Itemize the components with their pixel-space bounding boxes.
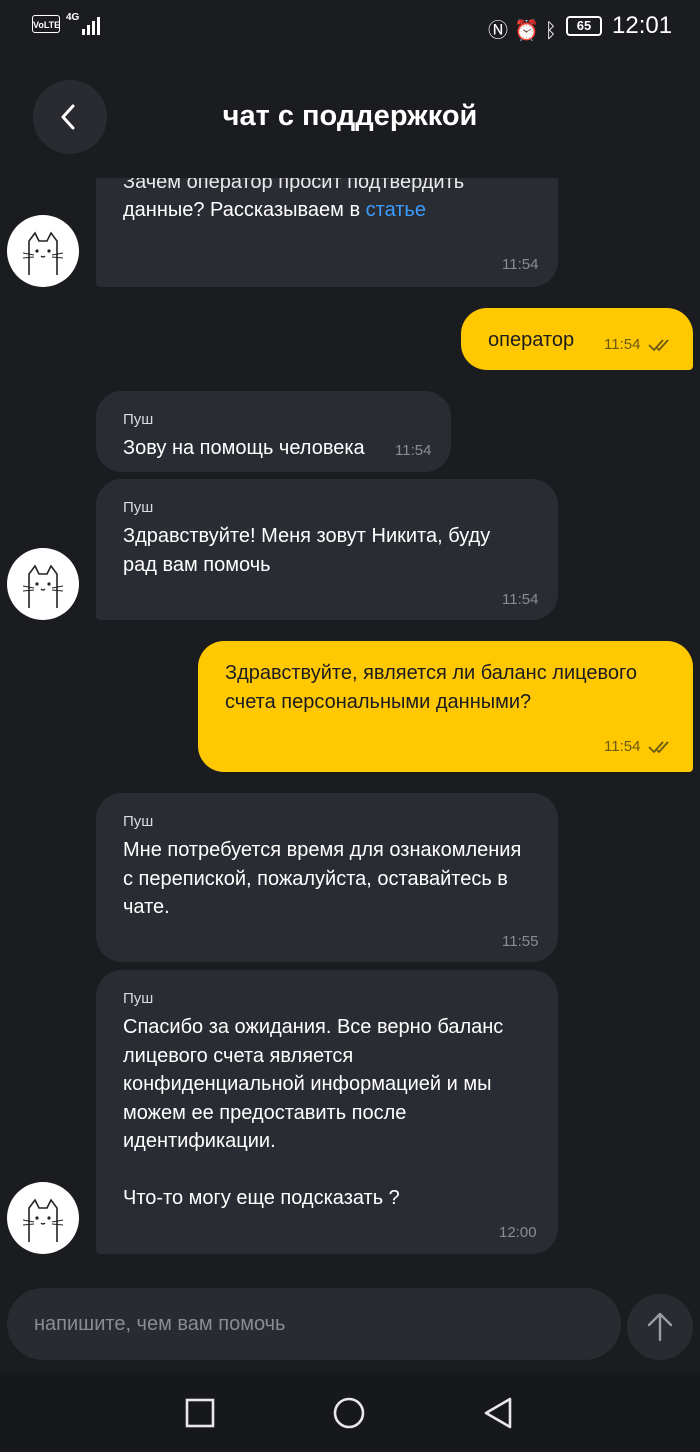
system-icons: Ⓝ⏰ᛒ bbox=[488, 14, 563, 43]
article-link[interactable]: статье bbox=[366, 199, 426, 221]
arrow-up-icon bbox=[647, 1312, 673, 1342]
message-sender: Пуш bbox=[123, 499, 154, 516]
double-check-icon bbox=[648, 741, 669, 754]
message-incoming: Пуш Здравствуйте! Меня зовут Никита, буд… bbox=[96, 479, 558, 620]
volte-badge: VoLTE bbox=[32, 15, 60, 33]
page-title: чат с поддержкой bbox=[222, 100, 478, 132]
bluetooth-icon: ᛒ bbox=[544, 20, 563, 42]
message-outgoing: оператор 11:54 bbox=[461, 308, 693, 370]
message-text: Зову на помощь человека bbox=[123, 437, 365, 459]
message-text: Здравствуйте! Меня зовут Никита, буду ра… bbox=[123, 525, 491, 576]
circle-icon[interactable] bbox=[332, 1396, 366, 1430]
square-icon[interactable] bbox=[183, 1396, 217, 1430]
message-text-clipped: Зачем оператор просит подтвердить bbox=[123, 178, 465, 193]
message-text-body: данные? Рассказываем в bbox=[123, 199, 366, 221]
network-type: 4G bbox=[66, 12, 80, 23]
message-incoming: Пуш Мне потребуется время для ознакомлен… bbox=[96, 793, 558, 962]
message-incoming: Пуш Зову на помощь человека 11:54 bbox=[96, 391, 451, 472]
cat-avatar-icon bbox=[7, 1182, 79, 1254]
cat-avatar-icon bbox=[7, 215, 79, 287]
message-time: 11:54 bbox=[604, 738, 641, 755]
message-time: 11:54 bbox=[502, 591, 539, 608]
message-composer bbox=[0, 1278, 700, 1372]
message-sender: Пуш bbox=[123, 813, 154, 830]
message-sender: Пуш bbox=[123, 990, 154, 1007]
nfc-icon: Ⓝ bbox=[488, 20, 514, 42]
message-text: Мне потребуется время для ознакомления с… bbox=[123, 839, 522, 918]
cat-avatar-icon bbox=[7, 548, 79, 620]
double-check-icon bbox=[648, 339, 669, 352]
message-text: Здравствуйте, является ли баланс лицевог… bbox=[225, 662, 637, 713]
message-time: 12:00 bbox=[499, 1224, 537, 1241]
message-time: 11:54 bbox=[604, 336, 641, 353]
message-incoming: Зачем оператор просит подтвердить данные… bbox=[96, 178, 558, 287]
message-outgoing: Здравствуйте, является ли баланс лицевог… bbox=[198, 641, 693, 772]
send-button[interactable] bbox=[627, 1294, 693, 1360]
message-time: 11:55 bbox=[502, 933, 539, 950]
message-list[interactable]: Зачем оператор просит подтвердить данные… bbox=[0, 178, 700, 1278]
chat-header: чат с поддержкой bbox=[0, 56, 700, 178]
signal-icon bbox=[82, 17, 100, 35]
status-bar: VoLTE 4G Ⓝ⏰ᛒ 65 12:01 bbox=[0, 0, 700, 56]
message-time: 11:54 bbox=[395, 442, 432, 459]
message-text: оператор bbox=[488, 329, 575, 351]
message-time: 11:54 bbox=[502, 256, 539, 273]
message-input[interactable] bbox=[7, 1288, 621, 1360]
alarm-icon: ⏰ bbox=[514, 20, 545, 42]
system-nav-bar bbox=[0, 1372, 700, 1452]
message-text: данные? Рассказываем в статье bbox=[123, 196, 426, 225]
battery-icon: 65 bbox=[566, 16, 602, 36]
message-text: Спасибо за ожидания. Все верно баланс ли… bbox=[123, 1016, 504, 1209]
message-sender: Пуш bbox=[123, 411, 154, 428]
message-incoming: Пуш Спасибо за ожидания. Все верно балан… bbox=[96, 970, 558, 1254]
triangle-back-icon[interactable] bbox=[482, 1396, 516, 1430]
clock: 12:01 bbox=[612, 12, 673, 39]
